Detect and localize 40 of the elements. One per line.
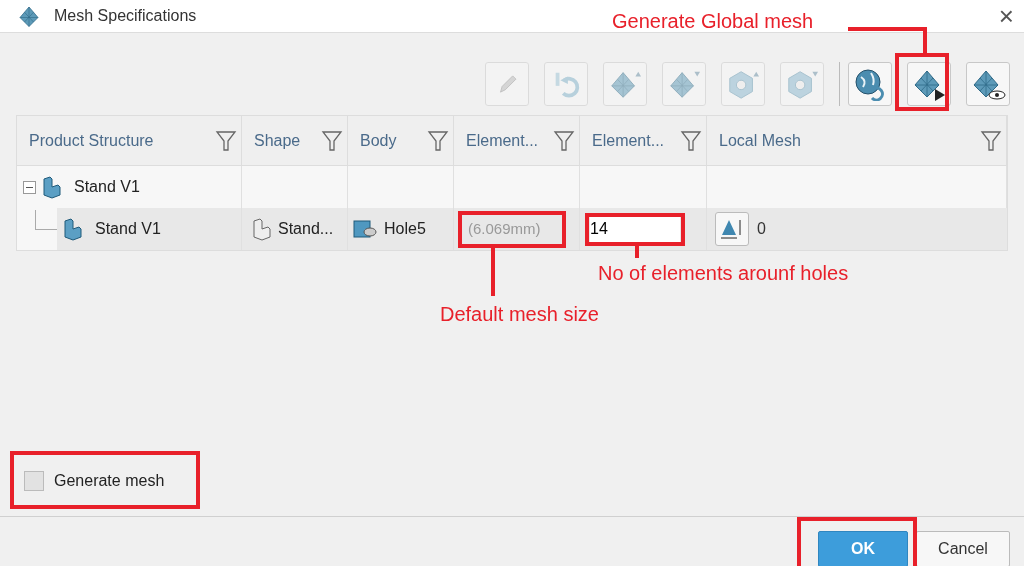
column-header[interactable]: Local Mesh — [707, 116, 1007, 165]
filter-icon[interactable] — [553, 128, 575, 153]
globe-revert-icon — [853, 67, 887, 101]
part-icon — [61, 217, 83, 241]
filter-icon[interactable] — [321, 128, 343, 153]
filter-icon[interactable] — [427, 128, 449, 153]
mesh-size-icon — [720, 217, 744, 241]
column-header[interactable]: Shape — [242, 116, 348, 165]
column-header[interactable]: Body — [348, 116, 454, 165]
collapse-toggle[interactable] — [23, 180, 36, 194]
local-mesh-button[interactable] — [715, 212, 749, 246]
filter-icon[interactable] — [980, 128, 1002, 153]
toolbar-button[interactable] — [907, 62, 951, 106]
window-title: Mesh Specifications — [54, 6, 197, 26]
filter-icon[interactable] — [215, 128, 237, 153]
default-size-value: (6.069mm) — [468, 220, 541, 238]
column-header[interactable]: Element... — [454, 116, 580, 165]
local-mesh-value: 0 — [757, 219, 766, 239]
close-button[interactable]: × — [998, 3, 1014, 29]
table-cell: Hole5 — [348, 208, 454, 250]
part-icon — [40, 175, 62, 199]
cancel-button[interactable]: Cancel — [916, 531, 1010, 566]
part-icon — [250, 217, 272, 241]
checkbox-label: Generate mesh — [54, 471, 165, 491]
column-header[interactable]: Product Structure — [17, 116, 242, 165]
element-count-field[interactable]: 14 — [590, 216, 680, 242]
body-hole-icon — [352, 217, 378, 241]
hexagon-down-icon — [785, 68, 819, 100]
annotation-label: Default mesh size — [440, 302, 599, 327]
app-icon — [16, 4, 42, 28]
tree-item[interactable]: Stand V1 — [57, 208, 241, 250]
generate-mesh-checkbox[interactable] — [24, 471, 44, 491]
annotation-frame — [895, 53, 949, 111]
column-header[interactable]: Element... — [580, 116, 707, 165]
filter-icon[interactable] — [680, 128, 702, 153]
hexagon-up-icon — [726, 68, 760, 100]
annotation-label: No of elements arounf holes — [598, 261, 849, 286]
annotation-label: Generate Global mesh — [612, 9, 814, 34]
ok-button[interactable]: OK — [818, 531, 908, 566]
table-cell: Stand... — [242, 208, 348, 250]
